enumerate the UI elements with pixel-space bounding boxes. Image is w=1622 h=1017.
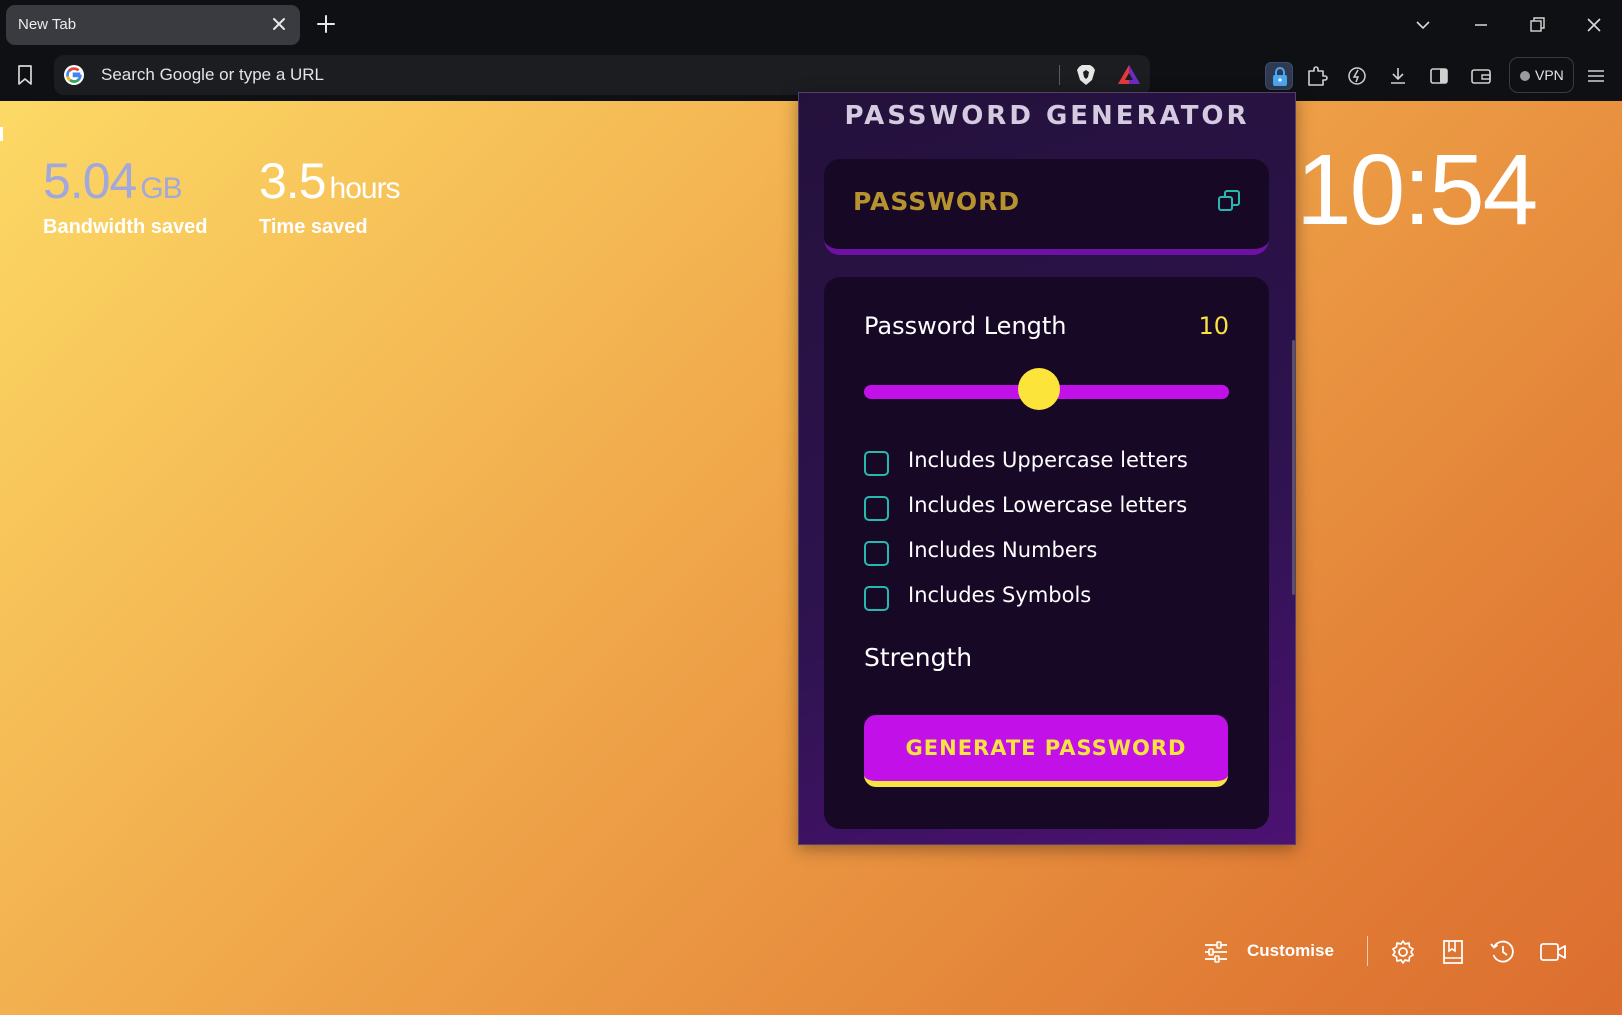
sliders-icon xyxy=(1205,941,1227,963)
lowercase-label: Includes Lowercase letters xyxy=(908,493,1188,517)
password-length-label: Password Length xyxy=(864,312,1067,340)
uppercase-checkbox[interactable] xyxy=(864,451,889,476)
hamburger-menu-icon[interactable] xyxy=(1582,62,1610,90)
settings-gear-icon[interactable] xyxy=(1388,938,1418,966)
restore-icon[interactable] xyxy=(1526,14,1548,36)
time-unit: hours xyxy=(329,172,401,205)
minimize-icon[interactable] xyxy=(1470,14,1492,36)
numbers-checkbox[interactable] xyxy=(864,541,889,566)
extensions-puzzle-icon[interactable] xyxy=(1303,62,1331,90)
popup-title: PASSWORD GENERATOR xyxy=(844,101,1250,131)
bookmarks-icon[interactable] xyxy=(1438,938,1468,966)
wallet-icon[interactable] xyxy=(1467,62,1495,90)
stat-bandwidth-saved: 5.04 GB Bandwidth saved xyxy=(43,156,207,239)
tab-new-tab[interactable]: New Tab xyxy=(6,5,300,45)
plus-icon[interactable] xyxy=(316,14,336,34)
copy-icon[interactable] xyxy=(1215,187,1243,215)
bandwidth-value: 5.04 xyxy=(43,153,137,209)
vpn-label: VPN xyxy=(1535,67,1564,83)
time-value: 3.5 xyxy=(259,153,327,209)
omnibox-placeholder: Search Google or type a URL xyxy=(101,65,325,84)
bandwidth-unit: GB xyxy=(140,172,182,205)
lowercase-checkbox[interactable] xyxy=(864,496,889,521)
brave-talk-video-icon[interactable] xyxy=(1538,938,1568,966)
vpn-button[interactable]: VPN xyxy=(1509,57,1574,93)
address-bar[interactable]: Search Google or type a URL xyxy=(54,55,1150,95)
customise-button[interactable]: Customise xyxy=(1203,937,1343,967)
brave-rewards-icon[interactable] xyxy=(1116,63,1142,87)
close-icon[interactable] xyxy=(270,15,288,33)
bookmark-icon[interactable] xyxy=(14,63,36,87)
symbols-checkbox[interactable] xyxy=(864,586,889,611)
google-icon xyxy=(64,65,84,85)
settings-panel: Password Length 10 Includes Uppercase le… xyxy=(824,277,1269,829)
time-label: Time saved xyxy=(259,216,368,238)
password-length-value: 10 xyxy=(1198,312,1229,340)
bandwidth-label: Bandwidth saved xyxy=(43,216,208,238)
popup-scrollbar[interactable] xyxy=(1292,340,1295,595)
password-extension-button[interactable] xyxy=(1265,62,1293,90)
password-generator-popup: PASSWORD GENERATOR PASSWORD Password Len… xyxy=(798,92,1296,845)
brave-shields-icon[interactable] xyxy=(1074,63,1098,87)
strength-label: Strength xyxy=(864,643,973,672)
clock: 10:54 xyxy=(1296,134,1538,246)
generate-password-button[interactable]: GENERATE PASSWORD xyxy=(864,715,1228,787)
sidebar-toggle-icon[interactable] xyxy=(1425,62,1453,90)
history-clock-icon[interactable] xyxy=(1488,938,1518,966)
tab-strip: New Tab xyxy=(0,0,1622,50)
close-window-icon[interactable] xyxy=(1583,14,1605,36)
symbols-label: Includes Symbols xyxy=(908,583,1092,607)
ntp-bottom-bar: Customise xyxy=(0,932,1622,972)
stat-time-saved: 3.5 hours Time saved xyxy=(259,153,401,239)
tab-search-chevron-icon[interactable] xyxy=(1412,14,1434,36)
leo-ai-icon[interactable] xyxy=(1343,62,1371,90)
stats-edge-marker xyxy=(0,127,3,141)
numbers-label: Includes Numbers xyxy=(908,538,1098,562)
customise-label: Customise xyxy=(1247,941,1334,960)
bottom-bar-divider xyxy=(1367,936,1368,966)
vpn-status-dot xyxy=(1520,71,1530,81)
download-icon[interactable] xyxy=(1384,62,1412,90)
password-display[interactable]: PASSWORD xyxy=(824,159,1269,255)
uppercase-label: Includes Uppercase letters xyxy=(908,448,1188,472)
length-slider-thumb[interactable] xyxy=(1018,368,1061,410)
omnibox-divider xyxy=(1059,65,1060,85)
lock-icon xyxy=(1273,67,1287,86)
tab-title: New Tab xyxy=(18,16,77,33)
password-output: PASSWORD xyxy=(853,187,1021,216)
